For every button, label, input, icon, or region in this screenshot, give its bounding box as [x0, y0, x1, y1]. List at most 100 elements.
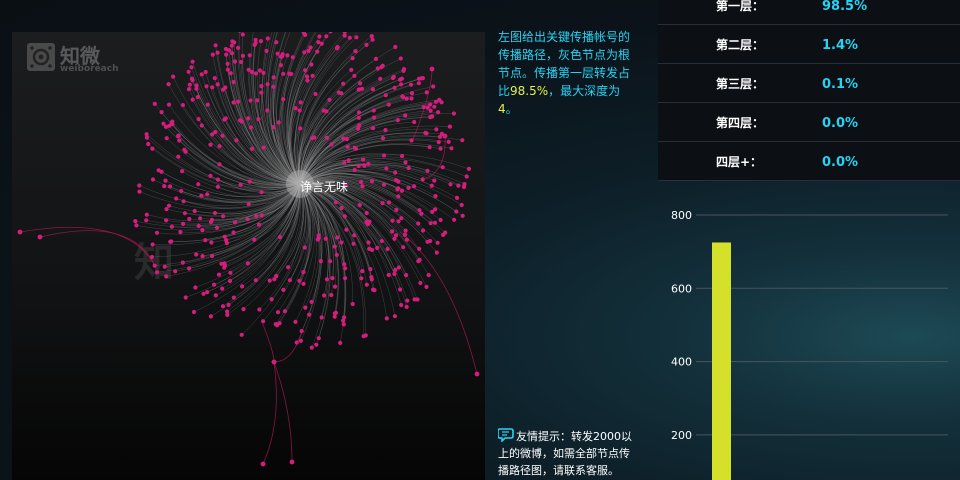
friendly-tip: 友情提示：转发2000以上的微博，如需全部节点传播路径图，请联系客服。 — [498, 428, 640, 479]
graph-node — [383, 127, 388, 133]
graph-node — [323, 236, 328, 241]
graph-node — [271, 84, 276, 89]
graph-node — [353, 49, 358, 54]
graph-node — [239, 332, 244, 337]
graph-node — [177, 138, 182, 143]
graph-node — [163, 178, 168, 183]
graph-node — [277, 234, 282, 240]
graph-node — [428, 221, 433, 226]
graph-node — [297, 108, 302, 113]
graph-node — [342, 160, 347, 165]
graph-node — [194, 252, 199, 257]
graph-node — [299, 329, 304, 334]
graph-node — [182, 211, 187, 216]
graph-node — [449, 146, 454, 151]
graph-node — [267, 278, 272, 283]
graph-node — [187, 266, 192, 271]
graph-node — [257, 68, 262, 73]
graph-node — [357, 203, 362, 208]
graph-node — [227, 278, 233, 283]
graph-node — [193, 285, 198, 290]
graph-node — [362, 163, 367, 168]
graph-node — [342, 214, 347, 219]
graph-node — [256, 117, 261, 122]
graph-node — [319, 315, 324, 320]
graph-node — [464, 174, 469, 179]
graph-node — [223, 46, 228, 52]
graph-node — [190, 59, 195, 64]
graph-node — [372, 115, 377, 120]
graph-node — [412, 184, 417, 189]
graph-node — [425, 105, 430, 110]
graph-node — [386, 272, 391, 278]
graph-node — [396, 219, 401, 224]
graph-node — [212, 282, 217, 287]
stat-value: 98.5% — [822, 0, 868, 14]
stat-row: 第三层： 0.1% — [658, 64, 960, 103]
graph-node — [381, 182, 387, 187]
graph-node — [298, 126, 303, 131]
graph-node — [404, 304, 409, 309]
graph-node — [370, 37, 375, 42]
graph-node — [435, 240, 440, 245]
graph-node — [200, 228, 205, 233]
graph-node — [149, 254, 155, 260]
graph-node — [403, 113, 408, 118]
graph-node — [228, 71, 233, 76]
graph-node — [261, 145, 266, 150]
graph-node — [298, 338, 303, 343]
graph-node — [224, 52, 229, 57]
graph-node — [162, 184, 167, 189]
graph-node — [222, 263, 228, 268]
graph-node — [424, 90, 429, 95]
graph-node — [205, 102, 210, 107]
graph-node — [305, 74, 310, 79]
y-tick-label: 200 — [671, 429, 692, 442]
chat-bubble-icon — [498, 428, 514, 442]
propagation-graph-panel[interactable]: 知微 weiboreach 知 诤言无味 — [12, 32, 485, 480]
graph-node — [269, 297, 274, 302]
graph-node — [273, 322, 278, 327]
graph-node — [329, 142, 334, 147]
graph-node — [231, 100, 236, 105]
graph-node — [441, 232, 446, 237]
graph-node — [200, 254, 205, 259]
graph-node — [161, 121, 166, 126]
graph-node — [274, 40, 279, 45]
graph-node — [246, 116, 251, 121]
graph-node — [454, 195, 460, 200]
graph-node — [401, 245, 406, 250]
graph-node — [231, 295, 236, 300]
graph-node — [264, 48, 269, 53]
graph-node — [217, 144, 222, 149]
graph-node — [245, 261, 250, 266]
graph-node — [329, 292, 334, 298]
graph-node — [448, 182, 453, 187]
graph-node — [366, 161, 371, 166]
graph-node — [168, 184, 173, 189]
graph-node — [245, 217, 250, 222]
graph-node — [180, 169, 185, 174]
graph-node — [313, 91, 318, 97]
graph-node — [216, 272, 222, 277]
graph-node — [229, 43, 234, 48]
graph-node — [276, 120, 281, 125]
graph-node — [428, 108, 433, 113]
graph-node — [360, 86, 365, 91]
graph-node — [432, 178, 437, 183]
graph-node — [290, 55, 295, 60]
stat-value: 0.0% — [822, 116, 859, 131]
graph-node — [361, 157, 366, 162]
graph-node — [399, 188, 405, 193]
graph-node — [198, 216, 203, 221]
graph-node — [339, 205, 344, 211]
graph-node — [186, 87, 192, 92]
graph-node — [215, 184, 220, 189]
graph-node — [409, 91, 415, 96]
graph-node — [364, 210, 369, 216]
graph-node — [137, 189, 142, 194]
graph-node — [265, 108, 270, 113]
graph-node — [344, 227, 349, 232]
propagation-graph[interactable] — [12, 32, 485, 480]
graph-node — [286, 265, 291, 270]
